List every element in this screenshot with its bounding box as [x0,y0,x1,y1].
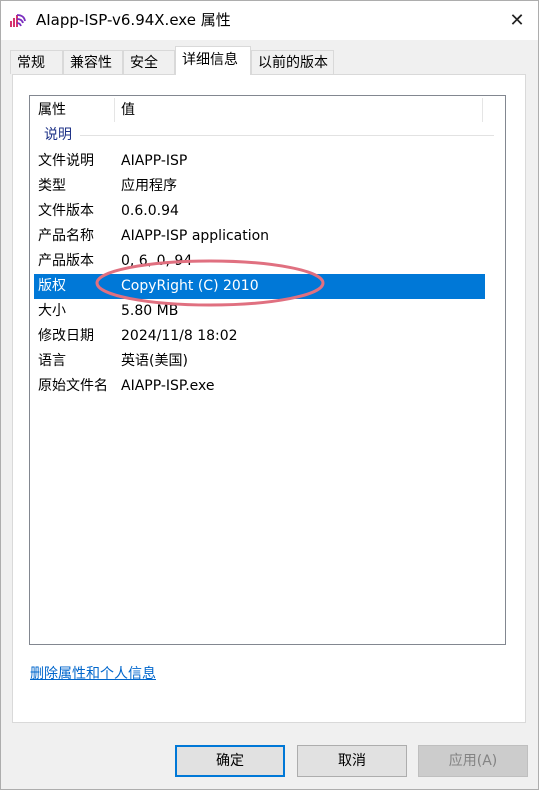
ok-button[interactable]: 确定 [175,745,285,777]
property-value: 应用程序 [121,178,177,194]
cancel-button[interactable]: 取消 [297,745,407,777]
list-item[interactable]: 大小 5.80 MB [34,299,485,324]
group-label-description: 说明 [44,127,72,143]
list-item[interactable]: 文件版本 0.6.0.94 [34,199,485,224]
window-title: AIapp-ISP-v6.94X.exe 属性 [36,11,231,29]
tab-previous-versions[interactable]: 以前的版本 [251,50,334,74]
apply-button[interactable]: 应用(A) [418,745,528,777]
tab-details[interactable]: 详细信息 [175,46,251,75]
app-icon [10,14,26,27]
list-header: 属性 值 [30,96,505,124]
property-name: 文件版本 [38,203,94,219]
close-button[interactable]: ✕ [495,0,539,40]
property-name: 大小 [38,303,66,319]
list-item[interactable]: 产品名称 AIAPP-ISP application [34,224,485,249]
tab-compatibility[interactable]: 兼容性 [63,50,123,74]
details-list[interactable]: 属性 值 说明 文件说明 AIAPP-ISP 类型 应用程序 文件版本 0.6.… [29,95,506,645]
property-value: 5.80 MB [121,303,179,319]
property-name: 文件说明 [38,153,94,169]
list-item[interactable]: 语言 英语(美国) [34,349,485,374]
tab-general[interactable]: 常规 [10,50,63,74]
column-header-property[interactable]: 属性 [38,96,66,124]
property-name: 语言 [38,353,66,369]
list-item-selected[interactable]: 版权 CopyRight (C) 2010 [34,274,485,299]
property-name: 产品名称 [38,228,94,244]
property-value: AIAPP-ISP [121,153,188,169]
group-header: 说明 [30,125,505,145]
remove-properties-link[interactable]: 删除属性和个人信息 [30,663,156,683]
property-name: 类型 [38,178,66,194]
list-item[interactable]: 原始文件名 AIAPP-ISP.exe [34,374,485,399]
column-header-value[interactable]: 值 [121,96,135,124]
property-name: 修改日期 [38,328,94,344]
list-item[interactable]: 类型 应用程序 [34,174,485,199]
property-value: 0, 6, 0, 94 [121,253,193,269]
property-name: 产品版本 [38,253,94,269]
title-bar: AIapp-ISP-v6.94X.exe 属性 ✕ [0,0,539,40]
list-item[interactable]: 文件说明 AIAPP-ISP [34,149,485,174]
property-value: 英语(美国) [121,353,188,369]
list-item[interactable]: 产品版本 0, 6, 0, 94 [34,249,485,274]
list-item[interactable]: 修改日期 2024/11/8 18:02 [34,324,485,349]
property-value: AIAPP-ISP.exe [121,378,215,394]
close-icon: ✕ [509,9,525,31]
tab-security[interactable]: 安全 [123,50,175,74]
property-value: 0.6.0.94 [121,203,179,219]
property-name: 原始文件名 [38,378,108,394]
property-value: CopyRight (C) 2010 [121,278,259,294]
column-divider[interactable] [482,98,483,122]
property-value: 2024/11/8 18:02 [121,328,238,344]
properties-dialog: AIapp-ISP-v6.94X.exe 属性 ✕ 常规 兼容性 安全 详细信息… [0,0,539,790]
group-divider [80,135,494,136]
property-value: AIAPP-ISP application [121,228,270,244]
property-name: 版权 [38,278,66,294]
column-divider[interactable] [114,98,115,122]
